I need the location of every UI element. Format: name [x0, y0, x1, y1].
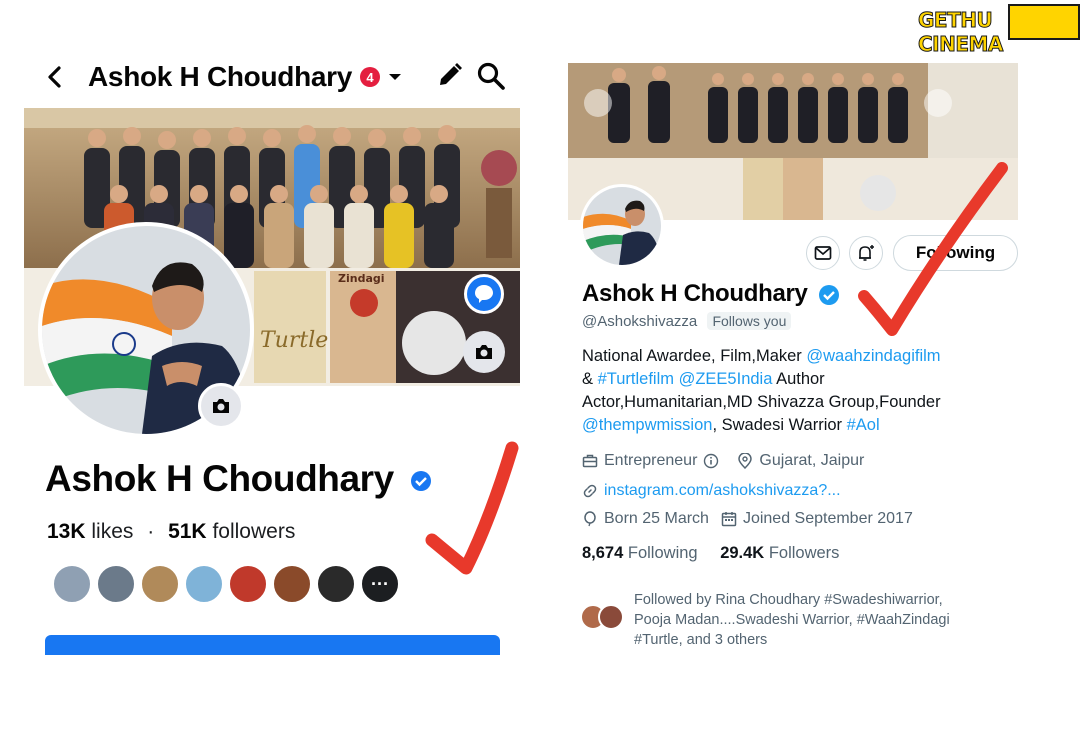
bio-link[interactable]: @ZEE5India: [679, 370, 773, 388]
likes-count: 13K: [47, 520, 86, 543]
profile-camera-icon[interactable]: [198, 383, 244, 429]
balloon-icon: [584, 511, 596, 527]
follower-avatar[interactable]: [316, 564, 356, 604]
tw-handle-row: @Ashokshivazza Follows you: [582, 312, 792, 330]
calendar-icon: [721, 512, 737, 527]
followers-count: 51K: [168, 520, 207, 543]
poster-title-turtle: Turtle: [260, 328, 329, 353]
tw-profile-name: Ashok H Choudhary: [582, 280, 840, 308]
more-followers-button[interactable]: ···: [360, 564, 400, 604]
bio-text: &: [582, 370, 598, 388]
tw-handle: @Ashokshivazza: [582, 313, 698, 330]
follower-avatar[interactable]: [184, 564, 224, 604]
mail-icon: [814, 246, 832, 260]
followers-stat[interactable]: 29.4K Followers: [720, 544, 839, 562]
birthday: Born 25 March: [604, 510, 709, 527]
following-stat[interactable]: 8,674 Following: [582, 544, 698, 562]
followed-by-text: Followed by Rina Choudhary #Swadeshiwarr…: [634, 590, 950, 650]
pencil-icon[interactable]: [436, 61, 464, 89]
search-icon[interactable]: [476, 61, 506, 91]
follower-avatar[interactable]: [228, 564, 268, 604]
fb-profile-name: Ashok H Choudhary: [45, 458, 432, 500]
bio-hashtag[interactable]: #Aol: [847, 416, 880, 434]
followers-label[interactable]: followers: [212, 520, 295, 543]
watermark-text: GETHU CINEMA: [918, 8, 1004, 57]
bio-text: Actor,Humanitarian,MD Shivazza Group,Fou…: [582, 393, 941, 411]
follows-you-badge: Follows you: [707, 312, 792, 330]
profession: Entrepreneur: [604, 452, 698, 469]
caret-down-icon[interactable]: [386, 68, 404, 86]
back-arrow-icon[interactable]: [40, 63, 68, 91]
location-pin-icon: [738, 453, 753, 469]
followers-count: 29.4K: [720, 544, 765, 562]
tw-meta-row-1: Entrepreneur Gujarat, Jaipur: [582, 452, 864, 470]
link-icon: [583, 484, 597, 498]
following-label: Following: [627, 544, 698, 562]
info-icon[interactable]: [703, 453, 719, 469]
tw-follow-counts: 8,674 Following 29.4K Followers: [582, 544, 839, 563]
fb-stats: 13K likes · 51K followers: [47, 520, 295, 544]
fb-primary-button[interactable]: [45, 635, 500, 655]
briefcase-icon: [582, 454, 598, 468]
follower-avatar[interactable]: [96, 564, 136, 604]
poster-title-zindagi: Zindagi: [338, 272, 385, 285]
bell-plus-icon: [859, 245, 874, 261]
following-button[interactable]: Following: [893, 235, 1018, 271]
location: Gujarat, Jaipur: [759, 452, 865, 469]
tw-profile-name-text: Ashok H Choudhary: [582, 280, 808, 307]
bio-text: Author: [772, 370, 825, 388]
joined-date: Joined September 2017: [742, 510, 913, 527]
follower-avatar[interactable]: [52, 564, 92, 604]
followed-by-line: Followed by Rina Choudhary #Swadeshiwarr…: [634, 592, 943, 608]
notification-badge: 4: [360, 67, 381, 87]
followed-by-avatars: [580, 604, 634, 634]
follower-avatar[interactable]: [272, 564, 312, 604]
followed-by[interactable]: Followed by Rina Choudhary #Swadeshiwarr…: [580, 590, 1010, 650]
tw-bio: National Awardee, Film,Maker @waahzindag…: [582, 345, 1007, 437]
notify-button[interactable]: [849, 236, 883, 270]
avatar: [598, 604, 624, 630]
verified-icon: [410, 471, 431, 492]
likes-label[interactable]: likes: [91, 520, 133, 543]
tw-avatar[interactable]: [580, 184, 664, 268]
stats-separator: ·: [147, 520, 155, 543]
message-button[interactable]: [806, 236, 840, 270]
messenger-icon[interactable]: [464, 274, 504, 314]
followed-by-line: #Turtle, and 3 others: [634, 632, 768, 648]
tw-meta-row-2: instagram.com/ashokshivazza?...: [582, 482, 841, 500]
cover-camera-icon[interactable]: [463, 331, 505, 373]
fb-follower-avatars: ···: [52, 564, 400, 606]
verified-icon: [818, 284, 839, 305]
following-count: 8,674: [582, 544, 624, 562]
follower-avatar[interactable]: [140, 564, 180, 604]
bio-link[interactable]: @thempwmission: [582, 416, 712, 434]
followed-by-line: Pooja Madan....Swadeshi Warrior, #WaahZi…: [634, 612, 950, 628]
tw-meta-row-3: Born 25 March Joined September 2017: [582, 510, 913, 528]
bio-hashtag[interactable]: #Turtlefilm: [598, 370, 674, 388]
bio-text: , Swadesi Warrior: [712, 416, 847, 434]
fb-profile-name-text: Ashok H Choudhary: [45, 458, 394, 499]
bio-text: National Awardee, Film,Maker: [582, 347, 807, 365]
website-link[interactable]: instagram.com/ashokshivazza?...: [604, 482, 841, 500]
followers-label: Followers: [768, 544, 840, 562]
fb-header-title[interactable]: Ashok H Choudhary: [88, 61, 352, 93]
bio-link[interactable]: @waahzindagifilm: [806, 347, 940, 365]
